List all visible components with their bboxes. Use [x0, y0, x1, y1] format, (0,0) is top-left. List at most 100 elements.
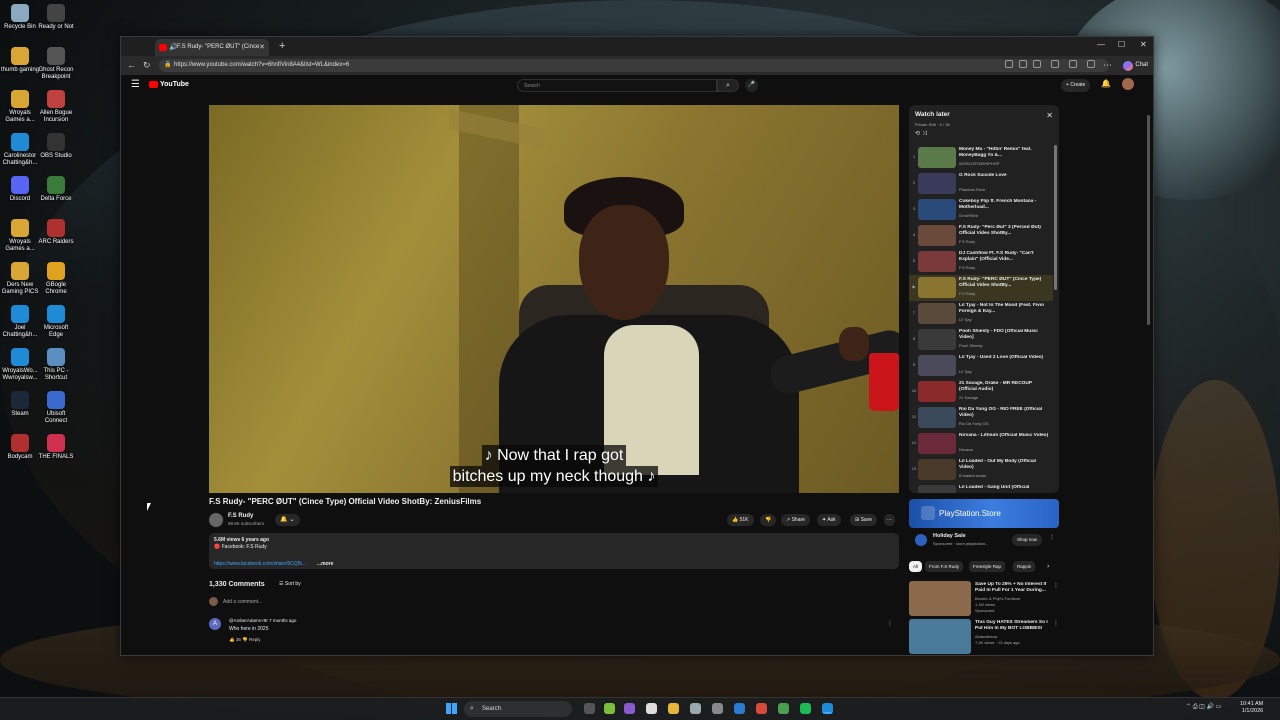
playlist-item-thumbnail[interactable] [918, 173, 956, 194]
playlist-item[interactable]: 11 Rio Da Yung OG - RIO FREE (Official Vi… [909, 405, 1053, 431]
desktop-icon[interactable]: thumb gaming [0, 47, 40, 74]
desktop-icon[interactable]: WroyalsWo... Wwroyalsw... [0, 348, 40, 382]
speaker-icon[interactable]: 🔊 [169, 39, 178, 56]
playlist-item[interactable]: 4 F.S Rudy- "Perc Øut" 3 (Perced Øut) Off… [909, 223, 1053, 249]
playlist-item[interactable]: 3 Cokeboy Flip ft. French Montana - Mothe… [909, 197, 1053, 223]
refresh-icon[interactable]: ↻ [143, 59, 151, 71]
recommendation-item[interactable]: Save Up To 25% + No Interest If Paid In … [909, 581, 1059, 617]
copilot-icon[interactable] [624, 703, 635, 714]
nvidia-icon[interactable] [604, 703, 615, 714]
notifications-bell-icon[interactable]: 🔔 [1101, 79, 1111, 88]
youtube-logo[interactable]: YouTube [149, 80, 189, 90]
desktop-icon[interactable]: Ubisoft Connect [36, 391, 76, 425]
comment-author[interactable]: @AmberAdams-r9r 7 months ago [229, 618, 296, 623]
playlist-item-thumbnail[interactable] [918, 381, 956, 402]
chevron-right-icon[interactable]: › [1047, 561, 1049, 572]
system-tray[interactable]: ⌃ ⎙ ◫ 🔊 ▭ [1186, 703, 1221, 711]
loop-icon[interactable]: ⟲ [915, 131, 920, 137]
desktop-icon[interactable]: Steam [0, 391, 40, 418]
desktop-icon[interactable]: OBS Studio [36, 133, 76, 160]
playlist-item[interactable]: ▶ F.S Rudy- "PERC ØUT" (Cince Type) Offic… [909, 275, 1053, 301]
playlist-item[interactable]: 12 Nirvana - Lithium (Official Music Vide… [909, 431, 1053, 457]
recommendation-menu-icon[interactable]: ⋮ [1053, 582, 1059, 589]
recommendation-title[interactable]: Save Up To 25% + No Interest If Paid In … [975, 582, 1053, 594]
close-playlist-button[interactable]: ✕ [1046, 111, 1053, 120]
sort-by-button[interactable]: ☰ Sort by [279, 581, 301, 587]
profile-icon[interactable] [1087, 60, 1095, 68]
windows-start-icon[interactable] [446, 703, 457, 714]
playlist-scrollbar[interactable] [1054, 145, 1057, 290]
playlist-item-thumbnail[interactable] [918, 251, 956, 272]
voice-search-button[interactable]: 🎤 [745, 79, 758, 92]
desktop-icon[interactable]: Joel Chatting&h... [0, 305, 40, 339]
account-avatar[interactable] [1122, 78, 1134, 90]
playlist-title[interactable]: Watch later [915, 111, 950, 118]
settings-gear-icon[interactable] [712, 703, 723, 714]
playlist-item[interactable]: 10 21 Savage, Drake - MR RECOUP (Official… [909, 379, 1053, 405]
playlist-item-thumbnail[interactable] [918, 485, 956, 493]
desktop-icon[interactable]: Ders New Gaming PICS [0, 262, 40, 296]
page-scrollbar[interactable] [1147, 115, 1150, 325]
subscribed-bell-button[interactable]: 🔔 ⌄ [275, 514, 300, 526]
playlist-item[interactable]: 7 Lil Tjay - Not In The Mood (Feat. Fivio… [909, 301, 1053, 327]
like-button[interactable]: 👍 51K [727, 514, 754, 526]
close-window-button[interactable]: ✕ [1140, 40, 1147, 49]
app-icon[interactable] [778, 703, 789, 714]
share-button[interactable]: ↗ Share [781, 514, 810, 526]
spotify-icon[interactable] [800, 703, 811, 714]
search-input[interactable]: Search [517, 79, 717, 92]
video-player[interactable]: ♪ Now that I rap got bitches up my neck … [209, 105, 899, 493]
ad-menu-icon[interactable]: ⋮ [1049, 534, 1055, 541]
playlist-item[interactable]: 5 DJ Cashflow Ft. F.S Rudy- "Can't Explai… [909, 249, 1053, 275]
minimize-button[interactable]: — [1097, 40, 1105, 49]
shuffle-icon[interactable]: ⤨ [922, 131, 927, 137]
calculator-icon[interactable] [690, 703, 701, 714]
playlist-item-thumbnail[interactable] [918, 277, 956, 298]
desktop-icon[interactable]: GBogle Chrome [36, 262, 76, 296]
desktop-icon[interactable]: Microsoft Edge [36, 305, 76, 339]
url-field[interactable]: 🔒 https://www.youtube.com/watch?v=6hnfiV… [159, 59, 1109, 72]
chip-all[interactable]: All [909, 561, 923, 572]
ad-banner[interactable]: PlayStation.Store [909, 499, 1059, 528]
chip-rappin[interactable]: Rappin [1013, 561, 1036, 572]
new-tab-button[interactable]: + [279, 39, 285, 53]
playlist-item-thumbnail[interactable] [918, 147, 956, 168]
advertiser-logo[interactable] [915, 534, 927, 546]
desktop-icon[interactable]: Wroyals Games a... [0, 90, 40, 124]
playlist-item-thumbnail[interactable] [918, 433, 956, 454]
desktop-icon[interactable]: Carolinestor Chatting&h... [0, 133, 40, 167]
reply-button[interactable]: Reply [249, 637, 261, 642]
maximize-button[interactable]: ☐ [1118, 40, 1125, 49]
playlist-item-thumbnail[interactable] [918, 355, 956, 376]
desktop-icon[interactable]: Ghost Recon Breakpoint [36, 47, 76, 81]
clock[interactable]: 10:41 AM 1/1/2026 [1240, 701, 1263, 715]
recommendation-title[interactable]: This Guy HATES Streamers So I Put Him In… [975, 620, 1053, 632]
chip-freestyle-rap[interactable]: Freestyle Rap [969, 561, 1006, 572]
desktop-icon[interactable]: THE FINALS [36, 434, 76, 461]
playlist-item[interactable]: 1 Money Mu - "Hittin' Remix" feat. MoneyB… [909, 145, 1053, 171]
menu-icon[interactable]: ☰ [131, 79, 140, 90]
desktop-icon[interactable]: Recycle Bin [0, 4, 40, 31]
comment-menu-icon[interactable]: ⋮ [887, 620, 893, 627]
channel-avatar[interactable] [209, 513, 223, 527]
back-icon[interactable]: ← [127, 59, 136, 71]
playlist-item-thumbnail[interactable] [918, 225, 956, 246]
playlist-item[interactable]: 2 G Rock Suicide Love Phantom Rock [909, 171, 1053, 197]
favorite-icon[interactable] [1033, 60, 1041, 68]
desktop-icon[interactable]: Bodycam [0, 434, 40, 461]
desktop-icon[interactable]: ARC Raiders [36, 219, 76, 246]
playlist-item[interactable]: 14 Lil Loaded - Gang Unit (Official [909, 483, 1053, 493]
playlist-item-thumbnail[interactable] [918, 303, 956, 324]
tab-youtube[interactable]: 🔊 F.S Rudy- "PERC ØUT" (Cince ✕ [155, 39, 269, 56]
playlist-item-thumbnail[interactable] [918, 459, 956, 480]
desktop-icon[interactable]: Delta Force [36, 176, 76, 203]
add-comment-input[interactable]: Add a comment... [209, 597, 262, 606]
comment-avatar[interactable]: A [209, 618, 221, 630]
description-link[interactable]: https://www.facebook.com/share/5CQ5t... [214, 561, 306, 567]
copilot-chat-button[interactable]: Chat [1123, 59, 1148, 72]
ask-button[interactable]: ✦ Ask [817, 514, 841, 526]
recommendation-thumbnail[interactable] [909, 581, 971, 616]
create-button[interactable]: + Create [1061, 79, 1091, 92]
desktop-icon[interactable]: Wroyals Games a... [0, 219, 40, 253]
playlist-item[interactable]: 13 Lil Loaded - Out My Body (Official Vid… [909, 457, 1053, 483]
